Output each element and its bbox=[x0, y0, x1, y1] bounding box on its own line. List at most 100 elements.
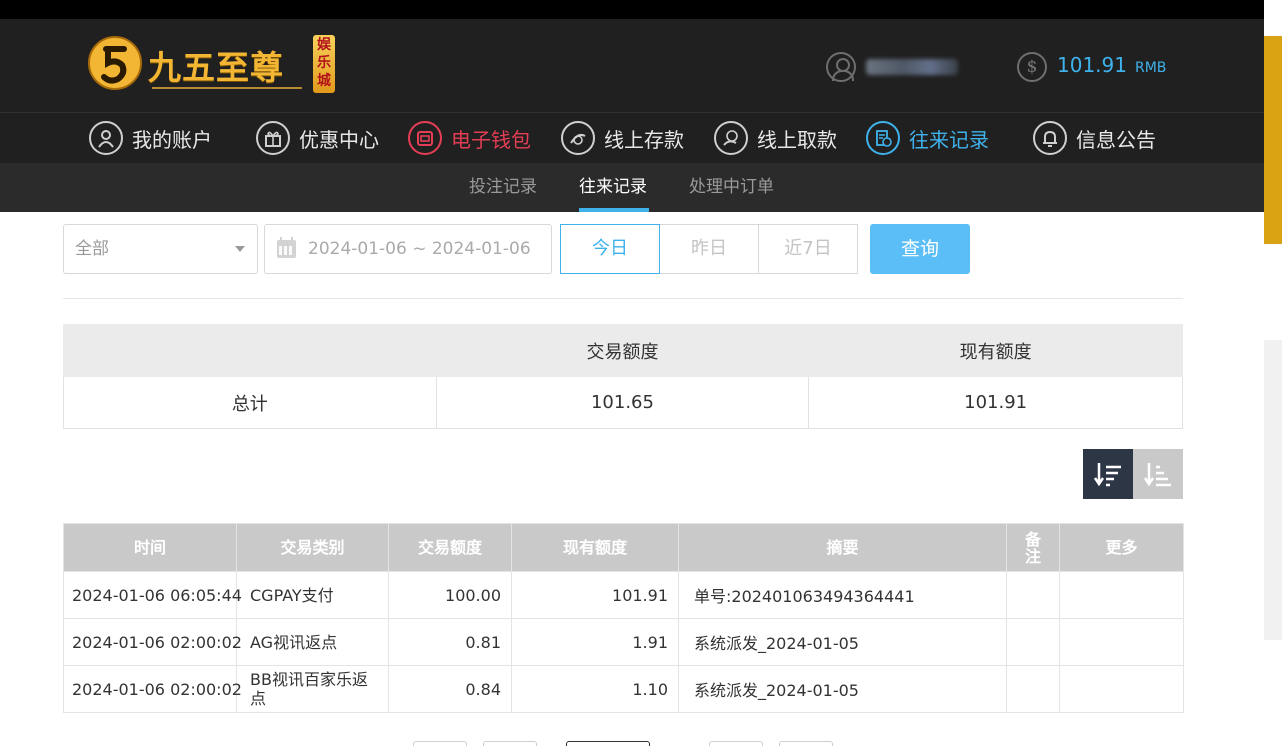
nav-online-deposit[interactable]: 线上存款 bbox=[561, 120, 684, 156]
nav-label: 电子钱包 bbox=[451, 127, 531, 152]
date-range-input[interactable]: 2024-01-06 ~ 2024-01-06 bbox=[264, 224, 552, 274]
type-select-value: 全部 bbox=[75, 239, 109, 259]
nav-label: 信息公告 bbox=[1076, 127, 1156, 152]
table-row: 2024-01-06 06:05:44 CGPAY支付 100.00 101.9… bbox=[63, 571, 1184, 619]
sort-ascending-button[interactable] bbox=[1133, 449, 1183, 499]
search-button[interactable]: 查询 bbox=[870, 224, 970, 274]
user-area: $ 101.91 RMB bbox=[826, 52, 1166, 82]
summary-header-blank bbox=[63, 324, 437, 377]
records-icon bbox=[866, 121, 900, 155]
table-row: 2024-01-06 02:00:02 AG视讯返点 0.81 1.91 系统派… bbox=[63, 618, 1184, 666]
site-header: 九五至尊 娱乐城 $ 101.91 RMB bbox=[0, 19, 1264, 112]
logo-text: 九五至尊 bbox=[148, 48, 284, 87]
tab-pending-orders[interactable]: 处理中订单 bbox=[689, 163, 774, 212]
withdraw-icon bbox=[714, 121, 748, 155]
nav-e-wallet[interactable]: 电子钱包 bbox=[408, 120, 531, 156]
row-amount: 100.00 bbox=[388, 571, 512, 619]
sub-nav: 投注记录 往来记录 处理中订单 bbox=[0, 163, 1264, 212]
row-more[interactable] bbox=[1059, 665, 1184, 713]
today-button[interactable]: 今日 bbox=[560, 224, 660, 274]
side-panel[interactable] bbox=[1264, 340, 1282, 640]
row-more[interactable] bbox=[1059, 618, 1184, 666]
row-summary: 单号:202401063494364441 bbox=[678, 571, 1007, 619]
balance-value: 101.91 bbox=[1057, 53, 1127, 77]
bell-icon bbox=[1033, 121, 1067, 155]
logo-emblem-icon bbox=[88, 36, 142, 90]
balance: $ 101.91 RMB bbox=[1017, 52, 1166, 82]
row-summary: 系统派发_2024-01-05 bbox=[678, 665, 1007, 713]
nav-label: 我的账户 bbox=[132, 127, 212, 152]
wallet-icon bbox=[408, 121, 442, 155]
col-more: 更多 bbox=[1059, 523, 1184, 572]
side-float-panel bbox=[1264, 0, 1282, 746]
calendar-icon bbox=[277, 237, 296, 258]
pager-button[interactable] bbox=[779, 741, 833, 746]
row-type: AG视讯返点 bbox=[236, 618, 389, 666]
balance-unit: RMB bbox=[1134, 60, 1167, 76]
nav-announcements[interactable]: 信息公告 bbox=[1033, 120, 1156, 156]
row-time: 2024-01-06 06:05:44 bbox=[63, 571, 242, 619]
sort-descending-icon bbox=[1093, 463, 1121, 487]
nav-promotions[interactable]: 优惠中心 bbox=[256, 120, 379, 156]
row-time: 2024-01-06 02:00:02 bbox=[63, 665, 242, 713]
row-more[interactable] bbox=[1059, 571, 1184, 619]
tab-bet-records[interactable]: 投注记录 bbox=[469, 163, 537, 212]
pager-button[interactable] bbox=[483, 741, 537, 746]
logo-ornament bbox=[152, 87, 302, 89]
username-redacted bbox=[866, 55, 960, 79]
table-row: 2024-01-06 02:00:02 BB视讯百家乐返点 0.84 1.10 … bbox=[63, 665, 1184, 713]
col-type: 交易类别 bbox=[236, 523, 389, 572]
nav-transaction-records[interactable]: 往来记录 bbox=[866, 120, 989, 156]
yesterday-button[interactable]: 昨日 bbox=[659, 224, 759, 274]
nav-label: 线上存款 bbox=[604, 127, 684, 152]
col-balance: 现有额度 bbox=[511, 523, 679, 572]
pager-current[interactable] bbox=[566, 741, 650, 746]
records-table: 时间 交易类别 交易额度 现有额度 摘要 备注 更多 2024-01-06 06… bbox=[63, 523, 1184, 713]
summary-row-label: 总计 bbox=[63, 376, 437, 429]
summary-header-current: 现有额度 bbox=[808, 324, 1183, 377]
user-icon bbox=[89, 121, 123, 155]
row-balance: 101.91 bbox=[511, 571, 679, 619]
type-select[interactable]: 全部 bbox=[63, 224, 258, 274]
logo-vertical-text: 娱乐城 bbox=[313, 35, 335, 93]
active-tab-indicator bbox=[579, 208, 649, 212]
sort-descending-button[interactable] bbox=[1083, 449, 1133, 499]
row-remark bbox=[1006, 571, 1060, 619]
nav-label: 往来记录 bbox=[909, 127, 989, 152]
top-strip bbox=[0, 0, 1264, 19]
records-header-row: 时间 交易类别 交易额度 现有额度 摘要 备注 更多 bbox=[63, 523, 1184, 572]
row-summary: 系统派发_2024-01-05 bbox=[678, 618, 1007, 666]
col-summary: 摘要 bbox=[678, 523, 1007, 572]
tab-transaction-records[interactable]: 往来记录 bbox=[579, 163, 647, 212]
deposit-icon bbox=[561, 121, 595, 155]
date-range-value: 2024-01-06 ~ 2024-01-06 bbox=[308, 239, 531, 259]
summary-header-trade: 交易额度 bbox=[435, 324, 810, 377]
dollar-icon: $ bbox=[1017, 52, 1047, 82]
main-nav: 我的账户 优惠中心 电子钱包 线上存款 线上取款 往来记录 信息公告 bbox=[0, 112, 1264, 163]
chevron-down-icon bbox=[235, 246, 245, 252]
col-amount: 交易额度 bbox=[388, 523, 512, 572]
row-remark bbox=[1006, 618, 1060, 666]
nav-label: 线上取款 bbox=[757, 127, 837, 152]
row-balance: 1.10 bbox=[511, 665, 679, 713]
row-type: BB视讯百家乐返点 bbox=[236, 665, 389, 713]
summary-trade-amount: 101.65 bbox=[435, 376, 810, 429]
nav-online-withdraw[interactable]: 线上取款 bbox=[714, 120, 837, 156]
side-gold-tab[interactable] bbox=[1264, 36, 1282, 244]
user-avatar-icon[interactable] bbox=[826, 52, 856, 82]
nav-my-account[interactable]: 我的账户 bbox=[89, 120, 212, 156]
nav-label: 优惠中心 bbox=[299, 127, 379, 152]
summary-table: 交易额度 现有额度 总计 101.65 101.91 bbox=[63, 324, 1183, 429]
row-balance: 1.91 bbox=[511, 618, 679, 666]
gift-icon bbox=[256, 121, 290, 155]
sort-ascending-icon bbox=[1143, 463, 1171, 487]
last-7-days-button[interactable]: 近7日 bbox=[758, 224, 858, 274]
col-remark: 备注 bbox=[1006, 523, 1060, 572]
divider bbox=[63, 298, 1183, 299]
row-time: 2024-01-06 02:00:02 bbox=[63, 618, 242, 666]
row-amount: 0.84 bbox=[388, 665, 512, 713]
site-logo[interactable]: 九五至尊 娱乐城 bbox=[86, 31, 338, 97]
pager-button[interactable] bbox=[709, 741, 763, 746]
row-remark bbox=[1006, 665, 1060, 713]
pager-button[interactable] bbox=[413, 741, 467, 746]
